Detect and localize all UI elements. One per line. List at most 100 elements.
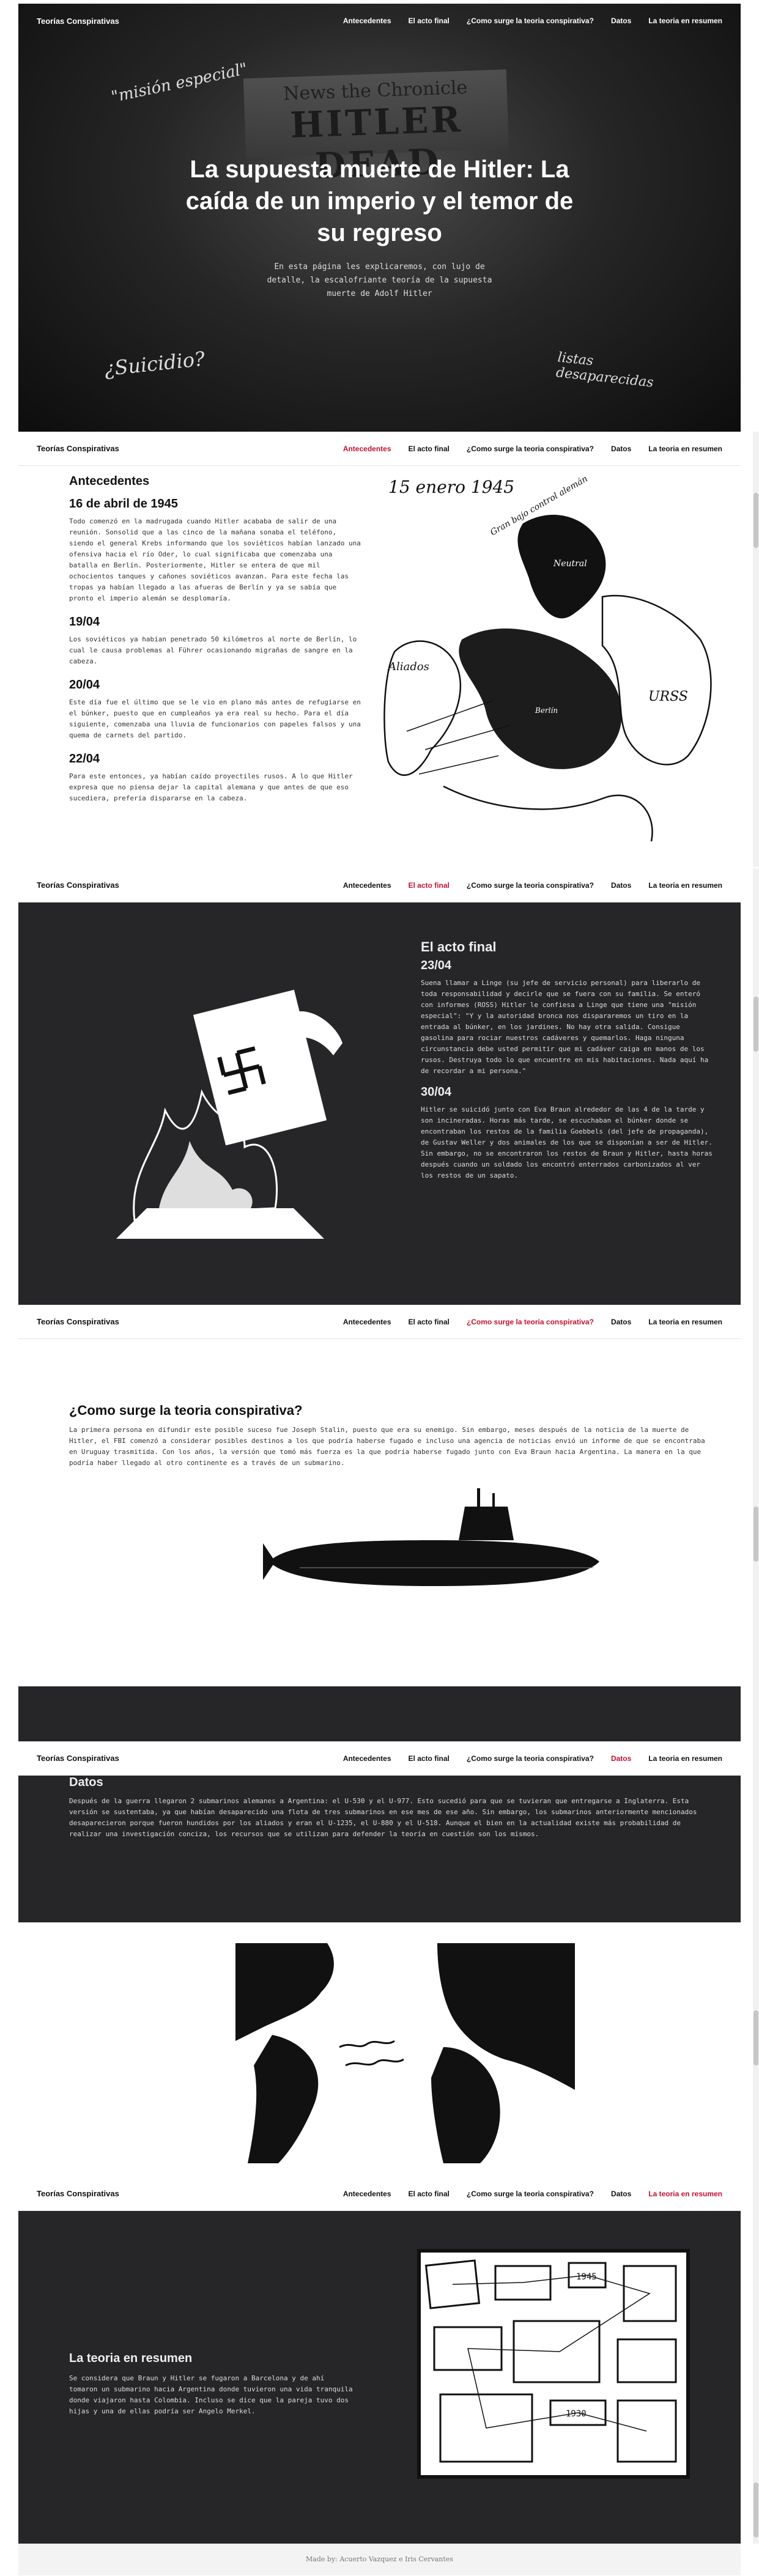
germany-shape bbox=[459, 628, 622, 769]
nav-link-antecedentes[interactable]: Antecedentes bbox=[343, 2190, 391, 2198]
nav-link-acto-final[interactable]: El acto final bbox=[409, 881, 450, 890]
scrollbar[interactable] bbox=[753, 1305, 759, 1741]
entry-text: Todo comenzó en la madrugada cuando Hitl… bbox=[69, 517, 361, 602]
section-paragraph: Después de la guerra llegaron 2 submarin… bbox=[69, 1797, 697, 1838]
nav-link-acto-final[interactable]: El acto final bbox=[409, 1754, 450, 1763]
section-navbar: Teorías Conspirativas Antecedentes El ac… bbox=[18, 1741, 741, 1776]
nav-link-antecedentes[interactable]: Antecedentes bbox=[343, 1318, 391, 1326]
teoria-section: Teorías Conspirativas Antecedentes El ac… bbox=[18, 1305, 741, 1741]
world-map-illustration bbox=[235, 1943, 575, 2163]
acto-final-section: Teorías Conspirativas Antecedentes El ac… bbox=[18, 868, 741, 1305]
nav-link-antecedentes[interactable]: Antecedentes bbox=[343, 17, 391, 25]
newspaper-image: News the Chronicle HITLER DEAD bbox=[243, 69, 509, 187]
entry-text: Este día fue el último que se le vio en … bbox=[69, 698, 361, 739]
hero-section: News the Chronicle HITLER DEAD "misión e… bbox=[18, 4, 741, 432]
burning-swastika-illustration bbox=[116, 989, 342, 1239]
nav-link-teoria[interactable]: ¿Como surge la teoria conspirativa? bbox=[467, 2190, 594, 2198]
section-heading: La teoria en resumen bbox=[69, 2352, 193, 2365]
nav-link-teoria[interactable]: ¿Como surge la teoria conspirativa? bbox=[467, 881, 594, 890]
europe-map-illustration: 15 enero 1945 Gran bajo control alemán A… bbox=[383, 474, 712, 842]
scrollbar[interactable] bbox=[753, 2177, 759, 2544]
propeller bbox=[263, 1543, 275, 1580]
nav-link-resumen[interactable]: La teoria en resumen bbox=[648, 1754, 722, 1763]
nav-link-datos[interactable]: Datos bbox=[611, 1318, 631, 1326]
nav-link-teoria[interactable]: ¿Como surge la teoria conspirativa? bbox=[467, 445, 594, 453]
acto-dark-panel: El acto final 23/04 Suena llamar a Linge… bbox=[18, 902, 741, 1305]
entry-text: Suena llamar a Linge (su jefe de servici… bbox=[421, 979, 709, 1075]
datos-section: Teorías Conspirativas Antecedentes El ac… bbox=[18, 1741, 741, 2177]
section-paragraph: Se considera que Braun y Hitler se fugar… bbox=[69, 2374, 353, 2415]
wood-pile bbox=[116, 1208, 324, 1239]
nav-link-datos[interactable]: Datos bbox=[611, 445, 631, 453]
scrollbar[interactable] bbox=[753, 1741, 759, 2177]
nav-link-datos[interactable]: Datos bbox=[611, 881, 631, 890]
antecedentes-section: Teorías Conspirativas Antecedentes El ac… bbox=[18, 432, 741, 867]
mediterranean-coast bbox=[443, 785, 653, 842]
scrollbar-thumb[interactable] bbox=[753, 997, 758, 1052]
brand-link[interactable]: Teorías Conspirativas bbox=[37, 444, 119, 453]
datos-dark-panel: Datos Después de la guerra llegaron 2 su… bbox=[18, 1776, 741, 1922]
scrollbar-thumb[interactable] bbox=[753, 2010, 758, 2065]
entry-text: Los soviéticos ya habían penetrado 50 ki… bbox=[69, 635, 357, 665]
entry-date: 23/04 bbox=[421, 959, 452, 972]
brand-link[interactable]: Teorías Conspirativas bbox=[37, 880, 119, 890]
scrollbar-thumb[interactable] bbox=[753, 493, 758, 548]
nav-link-teoria[interactable]: ¿Como surge la teoria conspirativa? bbox=[467, 1318, 594, 1326]
nav-link-datos[interactable]: Datos bbox=[611, 2190, 631, 2198]
entry-text: Para este entonces, ya habían caído proy… bbox=[69, 772, 353, 802]
nav-link-acto-final[interactable]: El acto final bbox=[409, 445, 450, 453]
nav-link-teoria[interactable]: ¿Como surge la teoria conspirativa? bbox=[467, 1754, 594, 1763]
nav-link-datos[interactable]: Datos bbox=[611, 1754, 631, 1763]
resumen-dark-panel: La teoria en resumen Se considera que Br… bbox=[18, 2211, 741, 2544]
nav-link-acto-final[interactable]: El acto final bbox=[409, 2190, 450, 2198]
urss-outline bbox=[601, 594, 712, 766]
submarine-illustration bbox=[263, 1488, 599, 1586]
nav-link-acto-final[interactable]: El acto final bbox=[409, 1318, 450, 1326]
nav-link-resumen[interactable]: La teoria en resumen bbox=[648, 1318, 722, 1326]
acto-text: El acto final 23/04 Suena llamar a Linge… bbox=[421, 939, 714, 1181]
entry-date: 16 de abril de 1945 bbox=[69, 497, 178, 511]
map-label-berlin: Berlín bbox=[535, 706, 558, 715]
section-navbar: Teorías Conspirativas Antecedentes El ac… bbox=[18, 432, 741, 466]
brand-link[interactable]: Teorías Conspirativas bbox=[37, 17, 119, 26]
nav-links: Antecedentes El acto final ¿Como surge l… bbox=[343, 17, 722, 25]
brand-link[interactable]: Teorías Conspirativas bbox=[37, 2189, 119, 2198]
section-paragraph: La primera persona en difundir este posi… bbox=[69, 1426, 705, 1467]
resumen-section: Teorías Conspirativas Antecedentes El ac… bbox=[18, 2177, 741, 2544]
section-heading: El acto final bbox=[421, 939, 497, 954]
section-heading: Antecedentes bbox=[69, 474, 150, 488]
antenna bbox=[492, 1493, 495, 1508]
datos-text: Datos Después de la guerra llegaron 2 su… bbox=[69, 1776, 705, 1840]
nav-link-resumen[interactable]: La teoria en resumen bbox=[648, 881, 722, 890]
antecedentes-text: Antecedentes 16 de abril de 1945 Todo co… bbox=[69, 474, 361, 804]
nav-link-resumen[interactable]: La teoria en resumen bbox=[648, 445, 722, 453]
map-label-urss: URSS bbox=[648, 689, 688, 704]
scrollbar-thumb[interactable] bbox=[753, 2482, 758, 2537]
periscope bbox=[477, 1488, 480, 1508]
section-navbar: Teorías Conspirativas Antecedentes El ac… bbox=[18, 1305, 741, 1339]
resumen-text: La teoria en resumen Se considera que Br… bbox=[69, 2352, 357, 2417]
entry-text: Hitler se suicidó junto con Eva Braun al… bbox=[421, 1105, 713, 1179]
nav-link-antecedentes[interactable]: Antecedentes bbox=[343, 445, 391, 453]
nav-link-antecedentes[interactable]: Antecedentes bbox=[343, 881, 391, 890]
entry-date: 19/04 bbox=[69, 615, 100, 629]
nav-link-antecedentes[interactable]: Antecedentes bbox=[343, 1754, 391, 1763]
dark-band bbox=[18, 1686, 741, 1741]
top-navbar: Teorías Conspirativas Antecedentes El ac… bbox=[18, 4, 741, 38]
nav-link-resumen[interactable]: La teoria en resumen bbox=[648, 2190, 722, 2198]
nav-link-teoria[interactable]: ¿Como surge la teoria conspirativa? bbox=[467, 17, 594, 25]
brand-link[interactable]: Teorías Conspirativas bbox=[37, 1317, 119, 1326]
nav-link-datos[interactable]: Datos bbox=[611, 17, 631, 25]
scrollbar[interactable] bbox=[753, 868, 759, 1305]
entry-date: 20/04 bbox=[69, 678, 100, 692]
brand-link[interactable]: Teorías Conspirativas bbox=[37, 1754, 119, 1763]
footer: Made by: Acuerto Vazquez e Iris Cervante… bbox=[18, 2544, 741, 2575]
board-frame bbox=[417, 2249, 690, 2479]
nav-link-acto-final[interactable]: El acto final bbox=[409, 17, 450, 25]
teoria-text: ¿Como surge la teoria conspirativa? La p… bbox=[69, 1403, 705, 1469]
scrollbar[interactable] bbox=[753, 432, 759, 867]
entry-date: 30/04 bbox=[421, 1085, 452, 1099]
nav-link-resumen[interactable]: La teoria en resumen bbox=[648, 17, 722, 25]
flames-inner bbox=[159, 1141, 253, 1208]
scrollbar-thumb[interactable] bbox=[753, 1507, 758, 1562]
